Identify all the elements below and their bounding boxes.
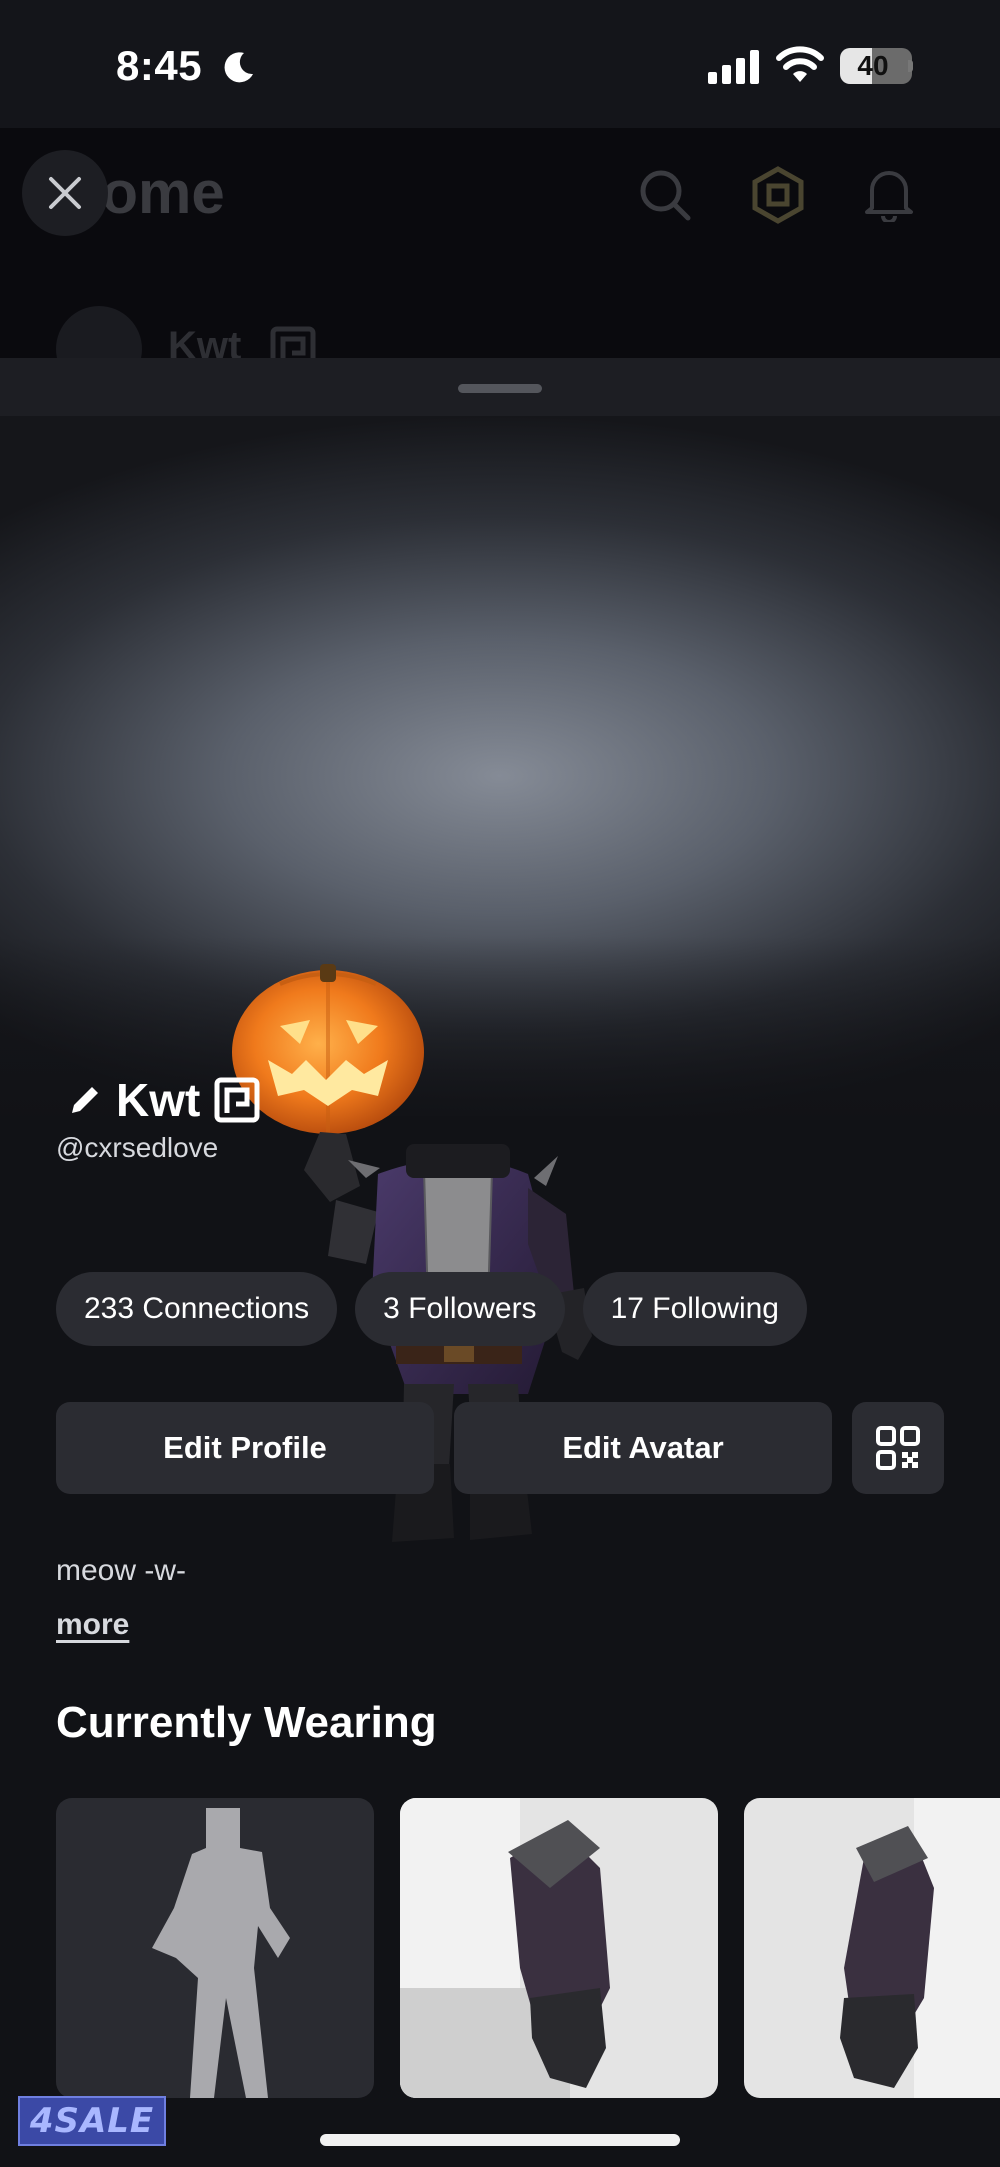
bell-icon[interactable] — [864, 166, 914, 222]
home-indicator[interactable] — [320, 2134, 680, 2146]
search-icon[interactable] — [638, 168, 692, 222]
watermark-logo: 4SALE — [18, 2096, 166, 2146]
verified-badge-icon — [214, 1077, 260, 1123]
armored-arm-item — [744, 1798, 1000, 2098]
cellular-signal-icon — [708, 50, 759, 84]
bio-more-link[interactable]: more — [56, 1608, 129, 1642]
connections-button[interactable]: 233 Connections — [56, 1272, 338, 1346]
robux-icon[interactable] — [752, 166, 804, 224]
sheet-header — [0, 358, 1000, 416]
moon-icon — [224, 52, 253, 83]
home-header: Home Kwt — [0, 128, 1000, 392]
action-row: Edit Profile Edit Avatar — [56, 1402, 944, 1494]
battery-icon: 40 — [840, 48, 913, 84]
watermark-text: 4SALE — [29, 2101, 155, 2141]
status-bar: 8:45 40 — [0, 0, 1000, 128]
profile-sheet: Kwt @cxrsedlove 233 Connections 3 Follow… — [0, 358, 1000, 2167]
username: @cxrsedlove — [56, 1132, 219, 1163]
display-name-row: Kwt — [68, 1070, 260, 1130]
edit-profile-button[interactable]: Edit Profile — [56, 1402, 434, 1494]
status-time: 8:45 — [116, 42, 203, 89]
pencil-icon[interactable] — [68, 1083, 102, 1117]
edit-avatar-button[interactable]: Edit Avatar — [454, 1402, 832, 1494]
battery-percentage: 40 — [857, 50, 889, 81]
close-button[interactable] — [22, 150, 108, 236]
close-icon — [49, 177, 81, 209]
stats-row: 233 Connections 3 Followers 17 Following — [56, 1272, 807, 1346]
body-silhouette-icon — [152, 1808, 290, 2098]
display-name: Kwt — [116, 1074, 201, 1126]
drag-handle[interactable] — [458, 384, 542, 393]
currently-wearing-title: Currently Wearing — [56, 1698, 437, 1747]
wearing-item-armored-arm-2[interactable] — [744, 1798, 1000, 2098]
following-button[interactable]: 17 Following — [582, 1272, 807, 1346]
wearing-item-armored-arm[interactable] — [400, 1798, 718, 2098]
armored-arm-item — [400, 1798, 718, 2098]
qr-code-button[interactable] — [852, 1402, 944, 1494]
followers-button[interactable]: 3 Followers — [355, 1272, 565, 1346]
wifi-icon — [776, 46, 824, 82]
bio-text: meow -w- — [56, 1554, 187, 1587]
qr-code-icon — [876, 1426, 920, 1470]
currently-wearing-list — [56, 1798, 1000, 2098]
wearing-item-body[interactable] — [56, 1798, 374, 2098]
battery-tip — [908, 60, 913, 72]
